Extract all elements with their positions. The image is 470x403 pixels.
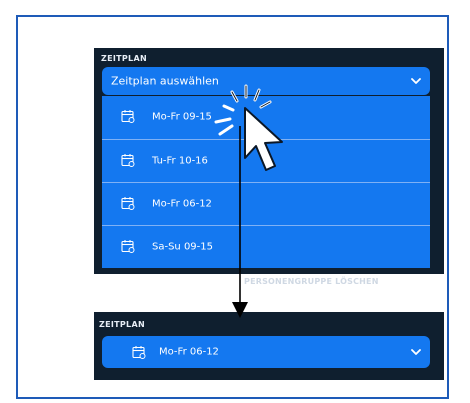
calendar-icon [132,346,146,359]
chevron-down-icon [411,78,421,84]
schedule-option[interactable]: Mo-Fr 06-12 [102,182,430,224]
option-label: Mo-Fr 09-15 [152,111,212,123]
calendar-icon [121,154,135,167]
select-placeholder: Zeitplan auswählen [111,74,219,88]
calendar-icon [121,240,135,253]
schedule-select[interactable]: Zeitplan auswählen [102,67,430,95]
option-label: Mo-Fr 06-12 [152,198,212,209]
calendar-icon [121,197,135,210]
section-label: ZEITPLAN [101,54,147,63]
option-label: Sa-Su 09-15 [152,241,214,252]
schedule-select-filled[interactable]: Mo-Fr 06-12 [102,336,430,368]
schedule-option[interactable]: Tu-Fr 10-16 [102,139,430,181]
section-label: ZEITPLAN [99,320,145,329]
delete-group-label: PERSONENGRUPPE LÖSCHEN [244,277,379,286]
schedule-options-list: Mo-Fr 09-15 Tu-Fr 10-16 Mo-Fr 06-12 Sa-S… [102,96,430,268]
calendar-icon [121,110,135,123]
schedule-option[interactable]: Mo-Fr 09-15 [102,96,430,138]
schedule-option[interactable]: Sa-Su 09-15 [102,225,430,267]
selected-value: Mo-Fr 06-12 [159,346,219,358]
option-label: Tu-Fr 10-16 [152,155,208,166]
chevron-down-icon [411,349,421,355]
